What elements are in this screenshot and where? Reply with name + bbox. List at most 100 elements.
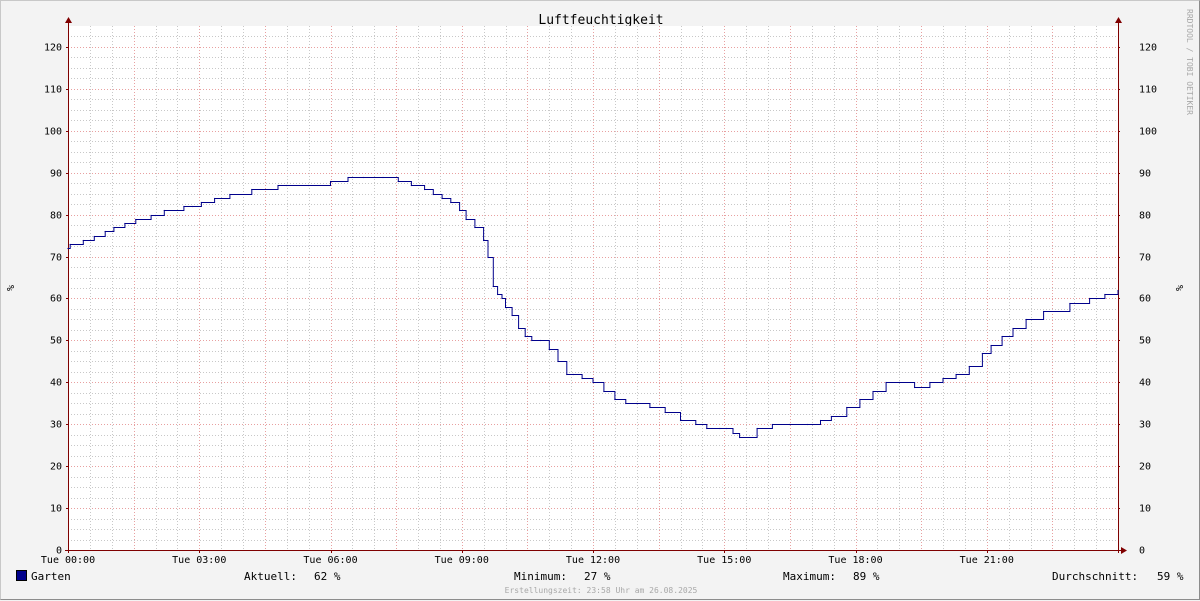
x-tick-label: Tue 09:00 bbox=[435, 555, 489, 566]
data-point bbox=[898, 381, 900, 384]
data-point bbox=[968, 365, 970, 368]
y-tick-label-right: 110 bbox=[1139, 85, 1157, 96]
data-point bbox=[432, 193, 434, 196]
data-point bbox=[474, 226, 476, 229]
y-axis-arrow-left bbox=[65, 17, 72, 23]
data-point bbox=[603, 390, 605, 393]
data-point bbox=[69, 243, 71, 246]
data-point bbox=[93, 235, 95, 238]
y-axis-arrow-right bbox=[1115, 17, 1122, 23]
y-tick-label-right: 30 bbox=[1139, 420, 1151, 431]
x-tick-label: Tue 15:00 bbox=[697, 555, 751, 566]
y-tick-label-left: 60 bbox=[50, 294, 62, 305]
data-point bbox=[124, 222, 126, 225]
data-point bbox=[846, 406, 848, 409]
avg-label: Durchschnitt: bbox=[1052, 570, 1139, 583]
data-point bbox=[424, 188, 426, 191]
data-point bbox=[548, 348, 550, 351]
data-point bbox=[459, 209, 461, 212]
data-point bbox=[192, 205, 194, 208]
legend-series-name: Garten bbox=[31, 570, 71, 583]
data-point bbox=[859, 398, 861, 401]
data-point bbox=[277, 184, 279, 187]
chart-frame: Luftfeuchtigkeit RRDTOOL / TOBI OETIKER … bbox=[0, 0, 1200, 600]
y-tick-label-right: 80 bbox=[1139, 211, 1151, 222]
data-point bbox=[483, 239, 485, 242]
y-tick-label-right: 10 bbox=[1139, 504, 1151, 515]
data-point bbox=[872, 390, 874, 393]
data-point bbox=[581, 377, 583, 380]
x-tick-label: Tue 03:00 bbox=[172, 555, 226, 566]
data-point bbox=[914, 386, 916, 389]
max-value: 89 % bbox=[853, 570, 880, 583]
data-point bbox=[955, 373, 957, 376]
data-point bbox=[819, 419, 822, 422]
data-point bbox=[572, 373, 574, 376]
data-point bbox=[251, 188, 253, 191]
data-point bbox=[942, 377, 944, 380]
data-point bbox=[308, 184, 310, 187]
data-point bbox=[163, 209, 165, 212]
chart: Luftfeuchtigkeit RRDTOOL / TOBI OETIKER … bbox=[6, 9, 1194, 566]
data-point bbox=[229, 193, 231, 196]
y-tick-label-left: 40 bbox=[50, 378, 62, 389]
data-point bbox=[625, 402, 627, 405]
data-point bbox=[739, 436, 741, 439]
data-point bbox=[719, 427, 721, 430]
y-tick-label-left: 50 bbox=[50, 336, 62, 347]
y-tick-label-left: 80 bbox=[50, 211, 62, 222]
data-point bbox=[441, 197, 443, 200]
y-tick-label-left: 10 bbox=[50, 504, 62, 515]
data-point bbox=[1025, 318, 1027, 321]
legend: Garten Aktuell: 62 % Minimum: 27 % Maxim… bbox=[1, 567, 1200, 585]
data-point bbox=[347, 176, 349, 179]
data-point bbox=[497, 293, 499, 296]
y-tick-label-right: 60 bbox=[1139, 294, 1151, 305]
data-point bbox=[135, 218, 137, 221]
data-point bbox=[614, 398, 616, 401]
y-tick-label-right: 40 bbox=[1139, 378, 1151, 389]
data-point bbox=[1012, 327, 1014, 330]
data-point bbox=[885, 381, 887, 384]
data-point bbox=[450, 201, 452, 204]
x-tick-label: Tue 12:00 bbox=[566, 555, 620, 566]
data-point bbox=[286, 184, 288, 187]
data-point bbox=[524, 335, 526, 338]
y-tick-label-right: 70 bbox=[1139, 253, 1151, 264]
y-tick-label-left: 30 bbox=[50, 420, 62, 431]
data-point bbox=[771, 423, 774, 426]
data-point bbox=[113, 226, 115, 229]
data-point bbox=[501, 297, 503, 300]
data-point bbox=[695, 423, 697, 426]
x-tick-label: Tue 06:00 bbox=[303, 555, 357, 566]
data-point bbox=[154, 214, 157, 217]
data-point bbox=[183, 205, 185, 208]
y-tick-label-left: 20 bbox=[50, 462, 62, 473]
data-point bbox=[789, 423, 791, 426]
data-point bbox=[990, 344, 992, 347]
vertical-watermark: RRDTOOL / TOBI OETIKER bbox=[1185, 9, 1194, 115]
avg-value: 59 % bbox=[1157, 570, 1184, 583]
data-point bbox=[200, 201, 202, 204]
y-tick-label-left: 110 bbox=[44, 85, 62, 96]
data-point bbox=[1043, 310, 1045, 313]
data-point bbox=[1117, 289, 1119, 292]
y-tick-label-left: 70 bbox=[50, 253, 62, 264]
data-point bbox=[214, 197, 216, 200]
data-point bbox=[362, 176, 364, 179]
min-value: 27 % bbox=[584, 570, 611, 583]
x-tick-label: Tue 21:00 bbox=[960, 555, 1014, 566]
data-point bbox=[150, 214, 152, 217]
data-point bbox=[410, 184, 412, 187]
data-point bbox=[732, 432, 734, 435]
x-tick-label: Tue 18:00 bbox=[828, 555, 882, 566]
y-tick-label-right: 120 bbox=[1139, 43, 1157, 54]
data-point bbox=[706, 427, 708, 430]
data-point bbox=[382, 176, 384, 179]
y-axis-unit-right: % bbox=[1175, 285, 1186, 291]
y-tick-label-left: 100 bbox=[44, 127, 62, 138]
data-point bbox=[557, 360, 559, 363]
x-axis-arrow bbox=[1121, 547, 1127, 554]
data-point bbox=[504, 306, 507, 309]
data-point bbox=[981, 352, 984, 355]
